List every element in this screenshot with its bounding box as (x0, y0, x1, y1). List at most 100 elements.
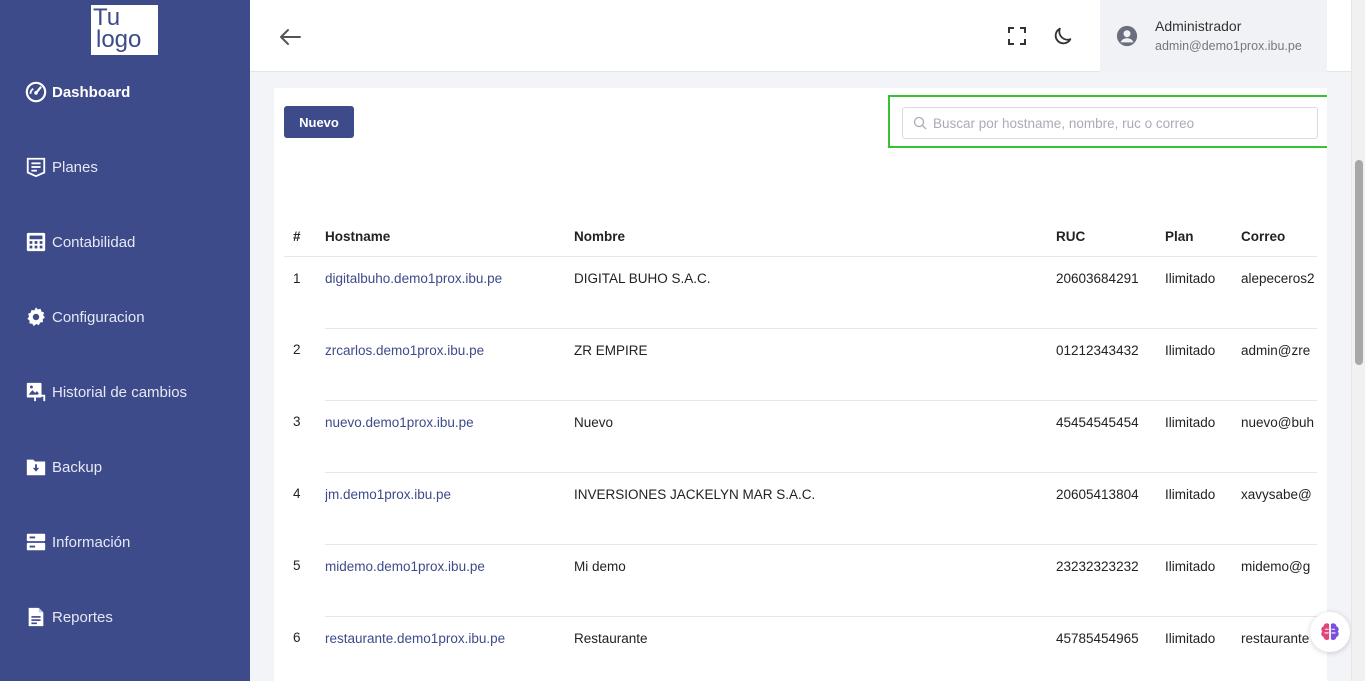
sidebar-item-label: Dashboard (52, 83, 131, 101)
ruc-cell: 45454545454 (1056, 400, 1165, 473)
row-index: 3 (293, 414, 301, 429)
plan-cell: Ilimitado (1165, 400, 1241, 473)
logo-line-2: logo (96, 26, 142, 53)
sidebar-item-label: Información (52, 533, 131, 551)
ruc-cell: 20603684291 (1056, 256, 1165, 329)
sidebar-item-label: Planes (52, 158, 98, 176)
hostname-link[interactable]: midemo.demo1prox.ibu.pe (325, 559, 485, 574)
correo-cell: midemo@g (1241, 544, 1317, 617)
row-index: 5 (293, 558, 301, 573)
sidebar-item-planes[interactable]: Planes (25, 154, 98, 180)
nombre-cell: DIGITAL BUHO S.A.C. (574, 256, 1056, 329)
hostname-cell: zrcarlos.demo1prox.ibu.pe (325, 328, 574, 401)
plan-cell: Ilimitado (1165, 328, 1241, 401)
correo-cell: xavysabe@ (1241, 472, 1317, 545)
sidebar-item-label: Configuracion (52, 308, 145, 326)
sidebar-item-dashboard[interactable]: Dashboard (25, 79, 130, 105)
correo-cell: restaurante (1241, 616, 1317, 681)
sidebar-item-label: Reportes (52, 608, 113, 626)
sidebar-item-historial[interactable]: Historial de cambios (25, 379, 187, 405)
plan-cell: Ilimitado (1165, 616, 1241, 681)
sidebar-item-label: Backup (52, 458, 103, 476)
dark-mode-moon-icon[interactable] (1052, 25, 1074, 47)
hostname-cell: jm.demo1prox.ibu.pe (325, 472, 574, 545)
user-email: admin@demo1prox.ibu.pe (1155, 39, 1302, 53)
user-name: Administrador (1155, 18, 1242, 34)
search-highlight (888, 95, 1327, 148)
hostname-link[interactable]: restaurante.demo1prox.ibu.pe (325, 631, 505, 646)
correo-cell: admin@zre (1241, 328, 1317, 401)
sidebar-item-reportes[interactable]: Reportes (25, 604, 113, 630)
sidebar-item-backup[interactable]: Backup (25, 454, 102, 480)
column-header-ruc[interactable]: RUC (1056, 218, 1165, 257)
hostname-link[interactable]: nuevo.demo1prox.ibu.pe (325, 415, 474, 430)
plan-cell: Ilimitado (1165, 544, 1241, 617)
nombre-cell: Nuevo (574, 400, 1056, 473)
sidebar: Tu logo Dashboard Planes Contabilidad Co… (0, 0, 250, 681)
gauge-icon (25, 81, 47, 103)
server-icon (25, 531, 47, 553)
search-box[interactable] (902, 107, 1318, 139)
history-image-icon (25, 381, 47, 403)
column-header-hostname[interactable]: Hostname (325, 218, 574, 257)
table-row[interactable]: 5 midemo.demo1prox.ibu.pe Mi demo 232323… (284, 544, 1317, 617)
table-row[interactable]: 6 restaurante.demo1prox.ibu.pe Restauran… (284, 616, 1317, 681)
table-row[interactable]: 2 zrcarlos.demo1prox.ibu.pe ZR EMPIRE 01… (284, 328, 1317, 401)
sidebar-item-label: Contabilidad (52, 233, 136, 251)
nombre-cell: INVERSIONES JACKELYN MAR S.A.C. (574, 472, 1056, 545)
sidebar-item-label: Historial de cambios (52, 383, 188, 401)
nombre-cell: ZR EMPIRE (574, 328, 1056, 401)
row-index: 2 (293, 342, 301, 357)
user-avatar-icon (1116, 25, 1138, 47)
row-index: 6 (293, 630, 301, 645)
user-menu[interactable]: Administrador admin@demo1prox.ibu.pe (1100, 0, 1327, 72)
ruc-cell: 01212343432 (1056, 328, 1165, 401)
hostname-cell: nuevo.demo1prox.ibu.pe (325, 400, 574, 473)
plan-cell: Ilimitado (1165, 256, 1241, 329)
table-row[interactable]: 4 jm.demo1prox.ibu.pe INVERSIONES JACKEL… (284, 472, 1317, 545)
row-index: 4 (293, 486, 301, 501)
hostname-cell: digitalbuho.demo1prox.ibu.pe (325, 256, 574, 329)
search-icon (913, 116, 927, 130)
table-row[interactable]: 3 nuevo.demo1prox.ibu.pe Nuevo 454545454… (284, 400, 1317, 473)
list-doc-icon (25, 156, 47, 178)
top-header: Administrador admin@demo1prox.ibu.pe (250, 0, 1351, 72)
fullscreen-icon[interactable] (1007, 26, 1027, 46)
plan-cell: Ilimitado (1165, 472, 1241, 545)
hostname-link[interactable]: zrcarlos.demo1prox.ibu.pe (325, 343, 484, 358)
row-index: 1 (293, 270, 301, 286)
ruc-cell: 20605413804 (1056, 472, 1165, 545)
folder-download-icon (25, 456, 47, 478)
hostname-cell: restaurante.demo1prox.ibu.pe (325, 616, 574, 681)
column-header-plan[interactable]: Plan (1165, 218, 1241, 257)
sidebar-item-configuracion[interactable]: Configuracion (25, 304, 145, 330)
sidebar-item-informacion[interactable]: Información (25, 529, 130, 555)
companies-table: # Hostname Nombre RUC Plan Correo 1 digi… (284, 218, 1317, 681)
column-header-index: # (284, 218, 325, 257)
page-scrollbar[interactable] (1351, 0, 1365, 681)
table-header-row: # Hostname Nombre RUC Plan Correo (284, 218, 1317, 257)
main-card: Nuevo # Hostname Nombre RUC Plan Correo (274, 88, 1327, 681)
document-icon (25, 606, 47, 628)
correo-cell: alepeceros2 (1241, 256, 1317, 329)
nombre-cell: Restaurante (574, 616, 1056, 681)
hostname-cell: midemo.demo1prox.ibu.pe (325, 544, 574, 617)
column-header-nombre[interactable]: Nombre (574, 218, 1056, 257)
gear-icon (25, 306, 47, 328)
assistant-brain-icon[interactable] (1310, 612, 1350, 652)
hostname-link[interactable]: digitalbuho.demo1prox.ibu.pe (325, 271, 502, 286)
scrollbar-thumb[interactable] (1355, 160, 1363, 365)
back-arrow-icon[interactable] (277, 24, 303, 50)
hostname-link[interactable]: jm.demo1prox.ibu.pe (325, 487, 451, 502)
sidebar-item-contabilidad[interactable]: Contabilidad (25, 229, 135, 255)
logo[interactable]: Tu logo (91, 5, 158, 55)
ruc-cell: 23232323232 (1056, 544, 1165, 617)
calculator-icon (25, 231, 47, 253)
table-row[interactable]: 1 digitalbuho.demo1prox.ibu.pe DIGITAL B… (284, 256, 1317, 329)
ruc-cell: 45785454965 (1056, 616, 1165, 681)
search-input[interactable] (933, 115, 1313, 131)
new-button[interactable]: Nuevo (284, 106, 354, 138)
correo-cell: nuevo@buh (1241, 400, 1317, 473)
nombre-cell: Mi demo (574, 544, 1056, 617)
column-header-correo[interactable]: Correo (1241, 218, 1317, 257)
